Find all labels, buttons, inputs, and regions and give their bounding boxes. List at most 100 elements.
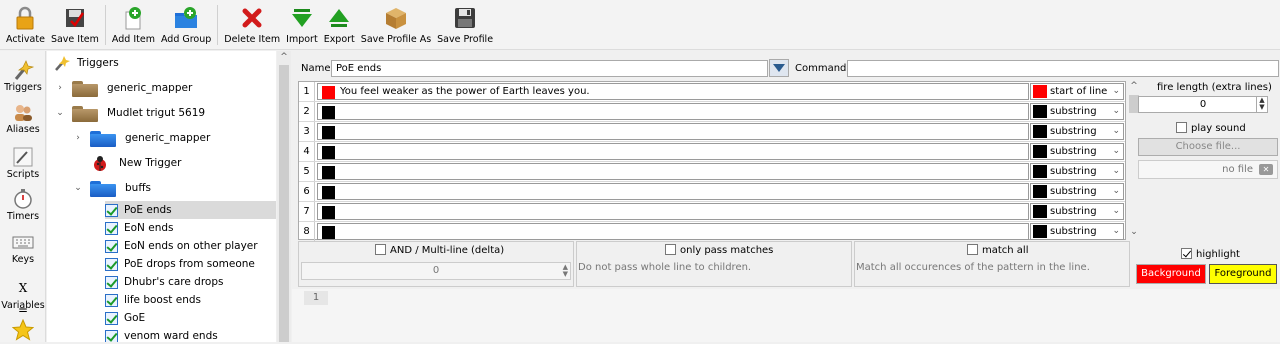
tree-item-goe[interactable]: GoE [105,309,145,327]
match-all-group: match all Match all occurences of the pa… [854,241,1130,287]
collapse-arrow-icon[interactable]: ⌄ [55,108,65,118]
type-color-swatch [1033,125,1047,138]
delete-item-button[interactable]: Delete Item [221,0,283,48]
match-all-checkbox[interactable] [967,244,978,255]
sidebar-item-timers[interactable]: Timers [0,188,46,222]
background-color-button[interactable]: Background [1136,264,1206,284]
pattern-type-select[interactable]: substring ⌄ [1030,123,1124,140]
pattern-color-swatch[interactable] [322,146,335,159]
export-arrow-icon [327,6,351,30]
pattern-input[interactable] [317,223,1029,240]
collapse-arrow-icon[interactable]: ⌄ [73,183,83,193]
tree-node-generic-mapper-2[interactable]: › generic_mapper [73,129,210,147]
active-checkbox-icon[interactable] [105,293,118,307]
only-pass-checkbox[interactable] [665,244,676,255]
tree-item-venom-ward[interactable]: venom ward ends [105,327,218,342]
add-item-button[interactable]: Add Item [109,0,158,48]
spin-arrows-icon[interactable]: ▲ ▼ [1256,97,1267,112]
scroll-up-arrow-icon[interactable]: ^ [277,52,291,62]
sidebar-item-aliases[interactable]: Aliases [0,101,46,135]
play-sound-checkbox[interactable] [1176,122,1187,133]
spin-arrows-icon[interactable]: ▲ ▼ [563,264,568,278]
sidebar-item-triggers[interactable]: Triggers [0,59,46,93]
multiline-delta-spinbox[interactable]: 0 ▲ ▼ [301,262,571,280]
pattern-input[interactable] [317,203,1029,220]
sidebar-item-keys[interactable]: Keys [0,231,46,265]
trigger-tree[interactable]: Triggers › generic_mapper ⌄ Mudlet trigu… [47,51,276,342]
pattern-input[interactable] [317,163,1029,180]
sidebar-label: Timers [6,211,40,222]
sidebar-item-buttons[interactable] [0,318,46,342]
pattern-input[interactable] [317,143,1029,160]
tree-item-eon-ends-other[interactable]: EoN ends on other player [105,237,258,255]
scrollbar-thumb[interactable] [279,65,289,342]
pattern-type-select[interactable]: substring ⌄ [1030,183,1124,200]
save-profile-as-button[interactable]: Save Profile As [358,0,434,48]
play-sound-option: play sound [1176,122,1246,134]
foreground-color-button[interactable]: Foreground [1209,264,1277,284]
active-checkbox-icon[interactable] [105,275,118,289]
tree-item-poe-drops[interactable]: PoE drops from someone [105,255,255,273]
save-profile-button[interactable]: Save Profile [434,0,496,48]
sidebar-item-scripts[interactable]: Scripts [0,146,46,180]
pattern-color-swatch[interactable] [322,126,335,139]
tree-item-eon-ends[interactable]: EoN ends [105,219,174,237]
clear-file-icon[interactable]: ✕ [1259,164,1273,175]
tree-node-mudlet-trigut[interactable]: ⌄ Mudlet trigut 5619 [55,104,205,122]
tree-node-buffs[interactable]: ⌄ buffs [73,179,151,197]
save-item-button[interactable]: Save Item [48,0,102,48]
tree-item-life-boost[interactable]: life boost ends [105,291,201,309]
active-checkbox-icon[interactable] [105,239,118,253]
triggers-wand-icon [12,59,35,81]
pattern-color-swatch[interactable] [322,86,335,99]
pattern-input[interactable]: You feel weaker as the power of Earth le… [317,83,1029,100]
fire-length-spinbox[interactable]: 0 [1138,96,1268,113]
script-editor[interactable]: 1 [292,289,1280,342]
sidebar-item-variables[interactable]: X = Variables [0,277,46,317]
active-checkbox-icon[interactable] [105,311,118,325]
pattern-color-swatch[interactable] [322,186,335,199]
pattern-type-select[interactable]: substring ⌄ [1030,163,1124,180]
tree-item-poe-ends[interactable]: PoE ends [105,201,276,219]
pattern-type-select[interactable]: substring ⌄ [1030,203,1124,220]
pattern-type-select[interactable]: substring ⌄ [1030,103,1124,120]
active-checkbox-icon[interactable] [105,257,118,271]
active-checkbox-icon[interactable] [105,329,118,342]
color-picker-dropdown[interactable] [769,59,789,77]
pattern-color-swatch[interactable] [322,226,335,239]
active-checkbox-icon[interactable] [105,203,118,217]
command-input[interactable] [847,60,1279,77]
pattern-type-select[interactable]: substring ⌄ [1030,223,1124,240]
pattern-type-label: substring [1050,206,1097,217]
pattern-input[interactable] [317,123,1029,140]
pattern-input[interactable] [317,183,1029,200]
add-group-button[interactable]: Add Group [158,0,214,48]
save-item-label: Save Item [50,34,99,45]
activate-button[interactable]: Activate [3,0,48,48]
choose-file-button[interactable]: Choose file... [1138,138,1278,156]
pattern-input[interactable] [317,103,1029,120]
export-button[interactable]: Export [321,0,358,48]
active-checkbox-icon[interactable] [105,221,118,235]
scroll-up-arrow-icon[interactable]: ^ [1128,81,1140,91]
triangle-down-icon [773,64,785,72]
pattern-color-swatch[interactable] [322,166,335,179]
tree-item-dhubr-care[interactable]: Dhubr's care drops [105,273,223,291]
pattern-type-label: start of line [1050,86,1108,97]
package-box-icon [384,6,408,30]
and-multiline-checkbox[interactable] [375,244,386,255]
tree-root-triggers[interactable]: Triggers [53,54,119,72]
tree-node-new-trigger[interactable]: New Trigger [89,154,181,172]
import-button[interactable]: Import [283,0,321,48]
expand-arrow-icon[interactable]: › [55,83,65,93]
pattern-type-select[interactable]: substring ⌄ [1030,143,1124,160]
tree-scrollbar[interactable]: ^ [277,51,291,342]
pattern-type-select[interactable]: start of line ⌄ [1030,83,1124,100]
highlight-checkbox[interactable] [1181,248,1192,259]
name-input[interactable]: PoE ends [331,60,768,77]
tree-node-generic-mapper[interactable]: › generic_mapper [55,79,192,97]
expand-arrow-icon[interactable]: › [73,133,83,143]
pattern-color-swatch[interactable] [322,106,335,119]
scroll-down-arrow-icon[interactable]: ⌄ [1128,227,1140,237]
pattern-color-swatch[interactable] [322,206,335,219]
